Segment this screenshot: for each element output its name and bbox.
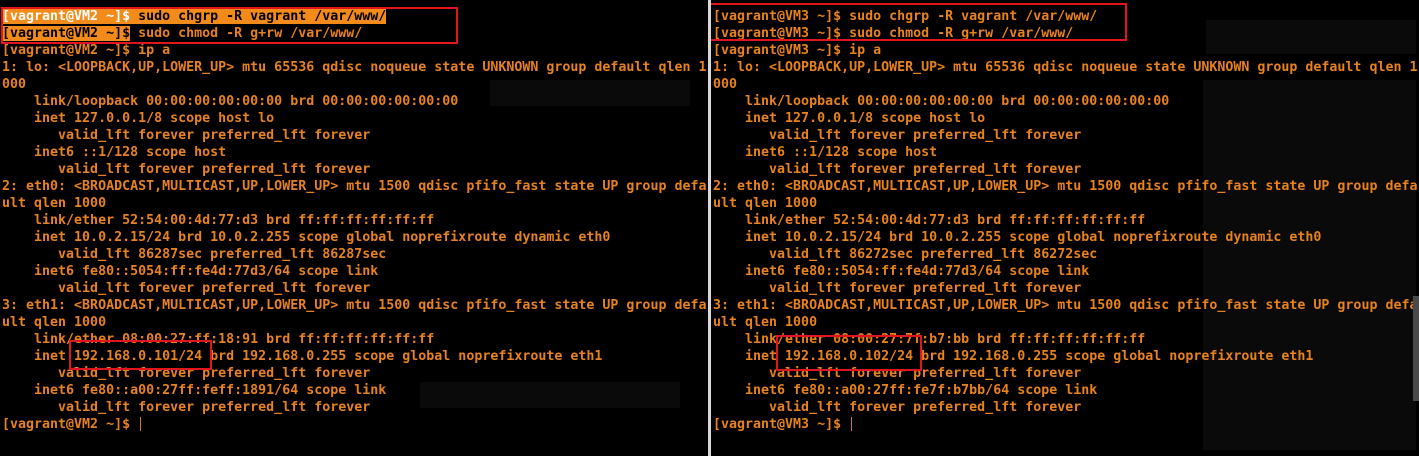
left-line: valid_lft forever preferred_lft forever <box>2 281 371 296</box>
left-line: inet 10.0.2.15/24 brd 10.0.2.255 scope g… <box>2 230 611 245</box>
left-line: link/ether 52:54:00:4d:77:d3 brd ff:ff:f… <box>2 213 435 228</box>
right-prompt-line[interactable]: [vagrant@VM3 ~]$ <box>713 416 1417 433</box>
right-line: valid_lft forever preferred_lft forever <box>713 366 1082 381</box>
left-line: inet6 fe80::a00:27ff:feff:1891/64 scope … <box>2 383 387 398</box>
left-line: 2: eth0: <BROADCAST,MULTICAST,UP,LOWER_U… <box>2 179 707 194</box>
left-line: inet 192.168.0.101/24 brd 192.168.0.255 … <box>2 349 603 364</box>
left-terminal-pane[interactable]: [vagrant@VM2 ~]$ sudo chgrp -R vagrant /… <box>0 0 708 456</box>
right-line: inet6 fe80::5054:ff:fe4d:77d3/64 scope l… <box>713 264 1090 279</box>
left-selected-command: sudo chgrp -R vagrant /var/www/ <box>130 9 387 24</box>
right-line: 3: eth1: <BROADCAST,MULTICAST,UP,LOWER_U… <box>713 298 1418 313</box>
right-line: inet 192.168.0.102/24 brd 192.168.0.255 … <box>713 349 1314 364</box>
scrollbar-thumb[interactable] <box>1413 296 1419 401</box>
left-prompt-line[interactable]: [vagrant@VM2 ~]$ <box>2 416 706 433</box>
left-line: 3: eth1: <BROADCAST,MULTICAST,UP,LOWER_U… <box>2 298 707 313</box>
left-line: [vagrant@VM2 ~]$ ip a <box>2 43 171 58</box>
right-line: 2: eth0: <BROADCAST,MULTICAST,UP,LOWER_U… <box>713 179 1418 194</box>
left-line: valid_lft forever preferred_lft forever <box>2 128 371 143</box>
right-line: link/ether 08:00:27:7f:b7:bb brd ff:ff:f… <box>713 332 1146 347</box>
right-line: valid_lft forever preferred_lft forever <box>713 400 1082 415</box>
right-line: inet 127.0.0.1/8 scope host lo <box>713 111 986 126</box>
left-line: 1: lo: <LOOPBACK,UP,LOWER_UP> mtu 65536 … <box>2 60 707 75</box>
left-line: [vagrant@VM2 ~]$ sudo chgrp -R vagrant /… <box>2 8 706 25</box>
left-prompt: [vagrant@VM2 ~]$ <box>2 417 139 432</box>
left-line: link/loopback 00:00:00:00:00:00 brd 00:0… <box>2 94 459 109</box>
left-selected-prompt: [vagrant@VM2 ~]$ <box>2 9 131 24</box>
left-line: inet6 fe80::5054:ff:fe4d:77d3/64 scope l… <box>2 264 379 279</box>
left-line: valid_lft 86287sec preferred_lft 86287se… <box>2 247 387 262</box>
left-highlighted-prompt: [vagrant@VM2 ~]$ <box>2 26 131 41</box>
left-line: inet 127.0.0.1/8 scope host lo <box>2 111 275 126</box>
left-line: [vagrant@VM2 ~]$ sudo chmod -R g+rw /var… <box>2 25 706 42</box>
right-terminal-pane[interactable]: [vagrant@VM3 ~]$ sudo chgrp -R vagrant /… <box>711 0 1419 456</box>
left-line: ult qlen 1000 <box>2 315 107 330</box>
right-line: valid_lft forever preferred_lft forever <box>713 128 1082 143</box>
left-line: link/ether 08:00:27:ff:18:91 brd ff:ff:f… <box>2 332 435 347</box>
left-line: valid_lft forever preferred_lft forever <box>2 400 371 415</box>
right-line: inet 10.0.2.15/24 brd 10.0.2.255 scope g… <box>713 230 1322 245</box>
right-terminal-output: [vagrant@VM3 ~]$ sudo chgrp -R vagrant /… <box>713 8 1417 433</box>
left-line: 000 <box>2 77 27 92</box>
text-cursor <box>851 417 853 431</box>
right-line: [vagrant@VM3 ~]$ sudo chgrp -R vagrant /… <box>713 9 1098 24</box>
right-line: ult qlen 1000 <box>713 315 818 330</box>
right-line: [vagrant@VM3 ~]$ ip a <box>713 43 882 58</box>
right-prompt: [vagrant@VM3 ~]$ <box>713 417 850 432</box>
right-line: 1: lo: <LOOPBACK,UP,LOWER_UP> mtu 65536 … <box>713 60 1418 75</box>
left-line: inet6 ::1/128 scope host <box>2 145 227 160</box>
right-line: ult qlen 1000 <box>713 196 818 211</box>
right-line: link/loopback 00:00:00:00:00:00 brd 00:0… <box>713 94 1170 109</box>
right-line: 000 <box>713 77 738 92</box>
right-line: valid_lft forever preferred_lft forever <box>713 281 1082 296</box>
right-line: valid_lft 86272sec preferred_lft 86272se… <box>713 247 1098 262</box>
right-line: link/ether 52:54:00:4d:77:d3 brd ff:ff:f… <box>713 213 1146 228</box>
left-command-text: sudo chmod -R g+rw /var/www/ <box>130 26 363 41</box>
right-line: [vagrant@VM3 ~]$ sudo chmod -R g+rw /var… <box>713 26 1074 41</box>
right-line: inet6 ::1/128 scope host <box>713 145 938 160</box>
right-line: valid_lft forever preferred_lft forever <box>713 162 1082 177</box>
left-terminal-output: [vagrant@VM2 ~]$ sudo chgrp -R vagrant /… <box>2 8 706 433</box>
text-cursor <box>140 417 142 431</box>
left-line: valid_lft forever preferred_lft forever <box>2 366 371 381</box>
right-line: inet6 fe80::a00:27ff:fe7f:b7bb/64 scope … <box>713 383 1098 398</box>
left-line: valid_lft forever preferred_lft forever <box>2 162 371 177</box>
left-line: ult qlen 1000 <box>2 196 107 211</box>
